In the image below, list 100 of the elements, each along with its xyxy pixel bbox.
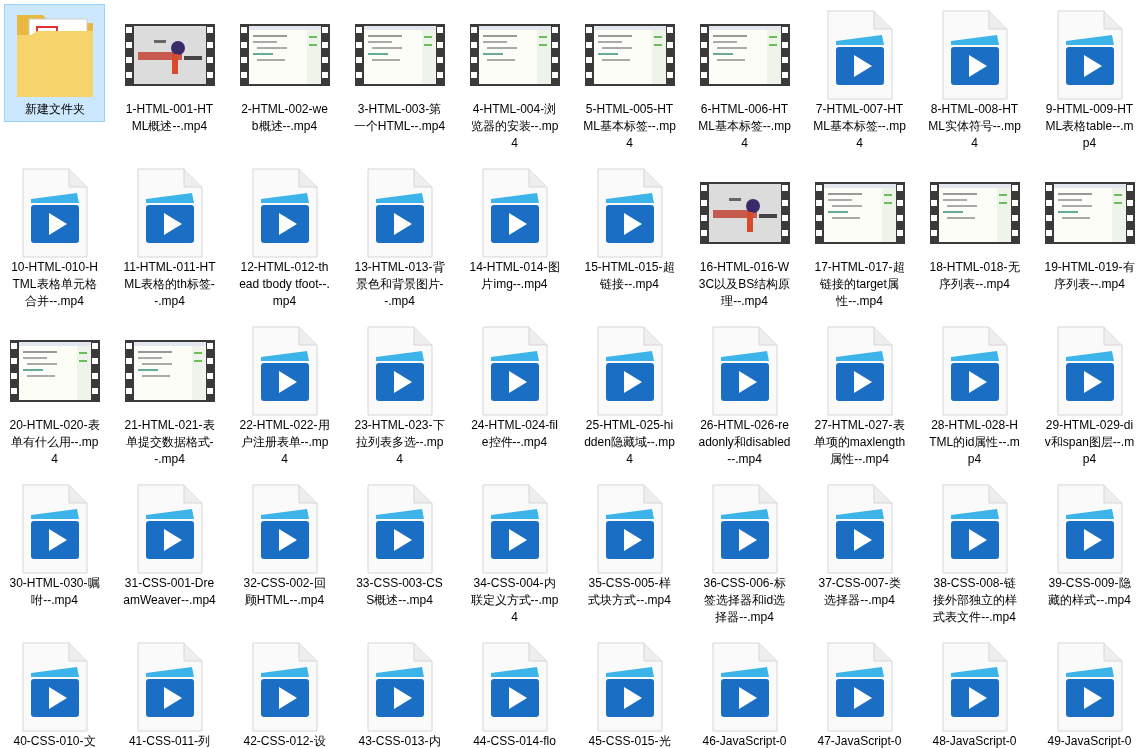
file-name: 39-CSS-009-隐藏的样式--.mp4 xyxy=(1047,575,1132,609)
file-item[interactable]: 43-CSS-013-内 xyxy=(349,636,450,748)
file-name: 25-HTML-025-hidden隐藏域--.mp4 xyxy=(583,417,676,468)
file-name: 27-HTML-027-表单项的maxlength属性--.mp4 xyxy=(813,417,906,468)
file-name: 29-HTML-029-div和span图层--.mp4 xyxy=(1043,417,1136,468)
file-name: 19-HTML-019-有序列表--.mp4 xyxy=(1043,259,1136,293)
file-item[interactable]: 4-HTML-004-浏览器的安装--.mp4 xyxy=(464,4,565,156)
file-name: 44-CSS-014-flo xyxy=(472,733,557,748)
file-item[interactable]: 14-HTML-014-图片img--.mp4 xyxy=(464,162,565,297)
file-name: 38-CSS-008-链接外部独立的样式表文件--.mp4 xyxy=(931,575,1018,626)
file-item[interactable]: 15-HTML-015-超链接--.mp4 xyxy=(579,162,680,297)
file-item[interactable]: 39-CSS-009-隐藏的样式--.mp4 xyxy=(1039,478,1140,613)
file-name: 47-JavaScript-0 xyxy=(816,733,903,748)
file-item[interactable]: 13-HTML-013-背景色和背景图片--.mp4 xyxy=(349,162,450,314)
file-item[interactable]: 16-HTML-016-W3C以及BS结构原理--.mp4 xyxy=(694,162,795,314)
file-item[interactable]: 37-CSS-007-类选择器--.mp4 xyxy=(809,478,910,613)
file-item[interactable]: 5-HTML-005-HTML基本标签--.mp4 xyxy=(579,4,680,156)
file-name: 13-HTML-013-背景色和背景图片--.mp4 xyxy=(353,259,446,310)
file-name: 2-HTML-002-web概述--.mp4 xyxy=(240,101,329,135)
file-item[interactable]: 40-CSS-010-文 xyxy=(4,636,105,748)
file-name: 8-HTML-008-HTML实体符号--.mp4 xyxy=(928,101,1021,152)
file-name: 49-JavaScript-0 xyxy=(1046,733,1133,748)
file-name: 31-CSS-001-DreamWeaver--.mp4 xyxy=(123,575,216,609)
file-name: 20-HTML-020-表单有什么用--.mp4 xyxy=(8,417,101,468)
file-item[interactable]: 18-HTML-018-无序列表--.mp4 xyxy=(924,162,1025,297)
file-item[interactable]: 10-HTML-010-HTML表格单元格合并--.mp4 xyxy=(4,162,105,314)
file-item[interactable]: 36-CSS-006-标签选择器和id选择器--.mp4 xyxy=(694,478,795,630)
file-item[interactable]: 17-HTML-017-超链接的target属性--.mp4 xyxy=(809,162,910,314)
file-item[interactable]: 27-HTML-027-表单项的maxlength属性--.mp4 xyxy=(809,320,910,472)
file-item[interactable]: 41-CSS-011-列 xyxy=(119,636,220,748)
file-item[interactable]: 32-CSS-002-回顾HTML--.mp4 xyxy=(234,478,335,613)
file-item[interactable]: 25-HTML-025-hidden隐藏域--.mp4 xyxy=(579,320,680,472)
file-name: 26-HTML-026-readonly和disabled--.mp4 xyxy=(698,417,791,468)
file-name: 22-HTML-022-用户注册表单--.mp4 xyxy=(238,417,331,468)
file-name: 14-HTML-014-图片img--.mp4 xyxy=(468,259,561,293)
file-item[interactable]: 20-HTML-020-表单有什么用--.mp4 xyxy=(4,320,105,472)
file-name: 16-HTML-016-W3C以及BS结构原理--.mp4 xyxy=(698,259,791,310)
file-name: 46-JavaScript-0 xyxy=(701,733,788,748)
file-item[interactable]: 22-HTML-022-用户注册表单--.mp4 xyxy=(234,320,335,472)
file-item[interactable]: 47-JavaScript-0 xyxy=(809,636,910,748)
file-name: 3-HTML-003-第一个HTML--.mp4 xyxy=(353,101,446,135)
file-name: 30-HTML-030-嘱咐--.mp4 xyxy=(8,575,101,609)
file-name: 48-JavaScript-0 xyxy=(931,733,1018,748)
file-name: 40-CSS-010-文 xyxy=(12,733,97,748)
file-name: 10-HTML-010-HTML表格单元格合并--.mp4 xyxy=(10,259,99,310)
file-name: 5-HTML-005-HTML基本标签--.mp4 xyxy=(583,101,676,152)
file-name: 33-CSS-003-CSS概述--.mp4 xyxy=(355,575,444,609)
file-item[interactable]: 34-CSS-004-内联定义方式--.mp4 xyxy=(464,478,565,630)
file-item[interactable]: 1-HTML-001-HTML概述--.mp4 xyxy=(119,4,220,139)
file-name: 6-HTML-006-HTML基本标签--.mp4 xyxy=(698,101,791,152)
file-name: 41-CSS-011-列 xyxy=(127,733,212,748)
file-name: 新建文件夹 xyxy=(23,101,86,118)
file-item[interactable]: 6-HTML-006-HTML基本标签--.mp4 xyxy=(694,4,795,156)
file-item[interactable]: 48-JavaScript-0 xyxy=(924,636,1025,748)
file-name: 21-HTML-021-表单提交数据格式--.mp4 xyxy=(123,417,216,468)
file-item[interactable]: 49-JavaScript-0 xyxy=(1039,636,1140,748)
file-item[interactable]: 35-CSS-005-样式块方式--.mp4 xyxy=(579,478,680,613)
file-item[interactable]: 28-HTML-028-HTML的id属性--.mp4 xyxy=(924,320,1025,472)
file-name: 11-HTML-011-HTML表格的th标签--.mp4 xyxy=(123,259,216,310)
file-name: 15-HTML-015-超链接--.mp4 xyxy=(583,259,676,293)
file-item[interactable]: 33-CSS-003-CSS概述--.mp4 xyxy=(349,478,450,613)
file-name: 35-CSS-005-样式块方式--.mp4 xyxy=(587,575,672,609)
file-name: 45-CSS-015-光 xyxy=(587,733,672,748)
file-item[interactable]: 新建文件夹 xyxy=(4,4,105,122)
file-item[interactable]: 8-HTML-008-HTML实体符号--.mp4 xyxy=(924,4,1025,156)
file-item[interactable]: 9-HTML-009-HTML表格table--.mp4 xyxy=(1039,4,1140,156)
file-name: 42-CSS-012-设 xyxy=(242,733,327,748)
file-item[interactable]: 19-HTML-019-有序列表--.mp4 xyxy=(1039,162,1140,297)
file-item[interactable]: 38-CSS-008-链接外部独立的样式表文件--.mp4 xyxy=(924,478,1025,630)
file-item[interactable]: 7-HTML-007-HTML基本标签--.mp4 xyxy=(809,4,910,156)
file-item[interactable]: 29-HTML-029-div和span图层--.mp4 xyxy=(1039,320,1140,472)
file-name: 18-HTML-018-无序列表--.mp4 xyxy=(928,259,1021,293)
file-item[interactable]: 11-HTML-011-HTML表格的th标签--.mp4 xyxy=(119,162,220,314)
file-name: 12-HTML-012-thead tbody tfoot--.mp4 xyxy=(238,259,331,310)
file-item[interactable]: 45-CSS-015-光 xyxy=(579,636,680,748)
file-item[interactable]: 12-HTML-012-thead tbody tfoot--.mp4 xyxy=(234,162,335,314)
file-item[interactable]: 24-HTML-024-file控件--.mp4 xyxy=(464,320,565,455)
file-name: 28-HTML-028-HTML的id属性--.mp4 xyxy=(928,417,1021,468)
file-item[interactable]: 44-CSS-014-flo xyxy=(464,636,565,748)
file-name: 17-HTML-017-超链接的target属性--.mp4 xyxy=(813,259,906,310)
file-item[interactable]: 26-HTML-026-readonly和disabled--.mp4 xyxy=(694,320,795,472)
file-name: 4-HTML-004-浏览器的安装--.mp4 xyxy=(469,101,560,152)
file-name: 37-CSS-007-类选择器--.mp4 xyxy=(817,575,902,609)
file-item[interactable]: 3-HTML-003-第一个HTML--.mp4 xyxy=(349,4,450,139)
file-item[interactable]: 46-JavaScript-0 xyxy=(694,636,795,748)
file-item[interactable]: 31-CSS-001-DreamWeaver--.mp4 xyxy=(119,478,220,613)
file-name: 23-HTML-023-下拉列表多选--.mp4 xyxy=(353,417,446,468)
file-item[interactable]: 42-CSS-012-设 xyxy=(234,636,335,748)
file-item[interactable]: 2-HTML-002-web概述--.mp4 xyxy=(234,4,335,139)
file-name: 43-CSS-013-内 xyxy=(357,733,442,748)
file-name: 36-CSS-006-标签选择器和id选择器--.mp4 xyxy=(702,575,787,626)
file-item[interactable]: 30-HTML-030-嘱咐--.mp4 xyxy=(4,478,105,613)
file-name: 9-HTML-009-HTML表格table--.mp4 xyxy=(1044,101,1135,152)
file-name: 24-HTML-024-file控件--.mp4 xyxy=(470,417,559,451)
file-item[interactable]: 21-HTML-021-表单提交数据格式--.mp4 xyxy=(119,320,220,472)
file-item[interactable]: 23-HTML-023-下拉列表多选--.mp4 xyxy=(349,320,450,472)
file-name: 34-CSS-004-内联定义方式--.mp4 xyxy=(469,575,560,626)
file-name: 32-CSS-002-回顾HTML--.mp4 xyxy=(242,575,327,609)
file-name: 7-HTML-007-HTML基本标签--.mp4 xyxy=(813,101,906,152)
file-name: 1-HTML-001-HTML概述--.mp4 xyxy=(124,101,215,135)
